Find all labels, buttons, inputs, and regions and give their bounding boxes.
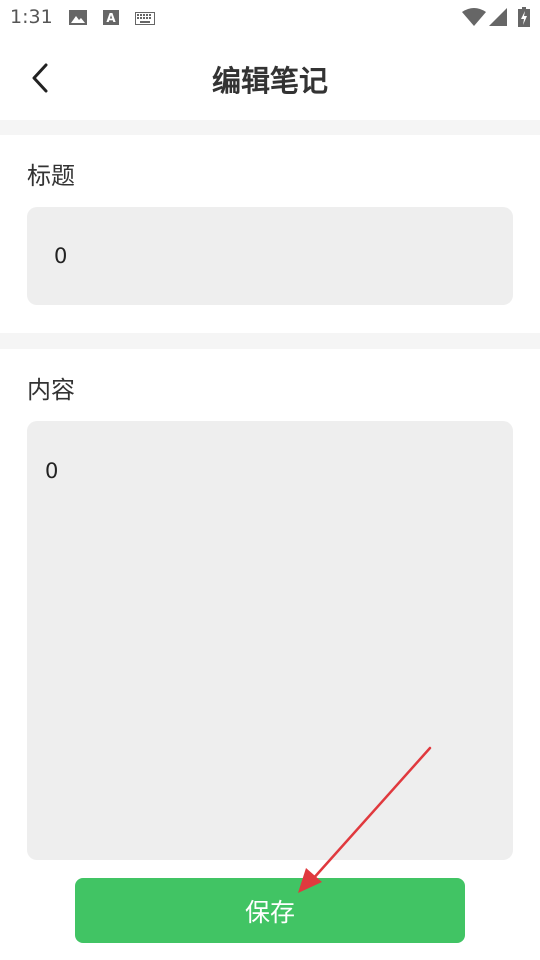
signal-icon xyxy=(489,8,507,26)
content-label: 内容 xyxy=(27,376,75,404)
title-input[interactable] xyxy=(27,207,513,305)
header: 编辑笔记 xyxy=(0,36,540,120)
title-label: 标题 xyxy=(27,162,75,190)
content-textarea[interactable]: 0 xyxy=(27,421,513,860)
section-divider xyxy=(0,120,540,135)
status-bar: 1:31 A xyxy=(0,0,540,36)
battery-charging-icon xyxy=(518,7,530,27)
keyboard-icon xyxy=(135,12,155,25)
page-title: 编辑笔记 xyxy=(211,64,328,98)
save-button[interactable]: 保存 xyxy=(75,878,465,943)
section-divider xyxy=(0,333,540,349)
font-a-icon: A xyxy=(103,10,119,25)
svg-text:A: A xyxy=(106,11,116,25)
wifi-icon xyxy=(462,8,486,26)
edit-note-screen: 1:31 A 编辑笔记 标题 0 内容 0 保存 xyxy=(0,0,540,960)
image-icon xyxy=(69,10,87,25)
status-time: 1:31 xyxy=(10,6,53,28)
